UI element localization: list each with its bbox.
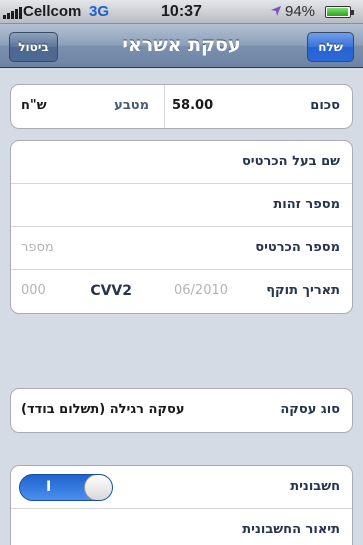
amount-currency-row: סכום 58.00 מטבע ש"ח: [11, 85, 352, 128]
id-number-label: מספר זהות: [273, 197, 340, 212]
cvv-field[interactable]: 000: [21, 283, 46, 298]
battery-icon: [325, 6, 354, 18]
location-arrow-icon: [271, 6, 281, 16]
page-title: עסקת אשראי: [122, 34, 241, 56]
id-number-row[interactable]: מספר זהות: [11, 184, 352, 227]
currency-label: מטבע: [114, 98, 149, 113]
expiry-cvv-row: תאריך תוקף 06/2010 CVV2 000: [11, 270, 352, 313]
card-holder-row[interactable]: שם בעל הכרטיס: [11, 141, 352, 184]
deal-type-row[interactable]: סוג עסקה עסקה רגילה (תשלום בודד): [11, 389, 352, 432]
cvv-label: CVV2: [90, 283, 132, 299]
card-number-field[interactable]: מספר: [21, 240, 54, 255]
amount-field[interactable]: 58.00: [172, 98, 213, 113]
invoice-label: חשבונית: [290, 479, 340, 494]
currency-field[interactable]: ש"ח: [21, 98, 47, 113]
card-number-label: מספר הכרטיס: [255, 240, 340, 255]
card-holder-label: שם בעל הכרטיס: [241, 154, 340, 169]
carrier-name: Cellcom: [23, 3, 82, 20]
battery-percent: 94%: [285, 3, 316, 20]
status-time: 10:37: [161, 3, 202, 20]
deal-type-value: עסקה רגילה (תשלום בודד): [21, 402, 185, 417]
cancel-button[interactable]: ביטול: [9, 32, 58, 62]
network-type: 3G: [89, 3, 110, 20]
invoice-description-label: תיאור החשבונית: [242, 522, 340, 537]
toggle-on-label: I: [46, 479, 52, 495]
signal-strength-icon: [3, 7, 22, 19]
column-divider: [164, 85, 165, 128]
status-bar: Cellcom 3G 10:37 94%: [0, 0, 363, 24]
invoice-row: חשבונית I: [11, 466, 352, 509]
expiry-label: תאריך תוקף: [266, 283, 340, 298]
amount-label: סכום: [310, 98, 340, 113]
invoice-group: חשבונית I תיאור החשבונית: [10, 465, 353, 545]
invoice-toggle[interactable]: I: [19, 474, 113, 501]
deal-type-label: סוג עסקה: [280, 402, 340, 417]
card-details-group: שם בעל הכרטיס מספר זהות מספר הכרטיס מספר…: [10, 140, 353, 314]
send-button[interactable]: שלח: [307, 32, 354, 62]
toggle-knob[interactable]: [84, 475, 112, 500]
deal-type-group: סוג עסקה עסקה רגילה (תשלום בודד): [10, 388, 353, 433]
expiry-field[interactable]: 06/2010: [174, 283, 228, 298]
invoice-description-row[interactable]: תיאור החשבונית: [11, 509, 352, 545]
card-number-row[interactable]: מספר הכרטיס מספר: [11, 227, 352, 270]
navigation-bar: ביטול עסקת אשראי שלח: [0, 24, 363, 68]
amount-group: סכום 58.00 מטבע ש"ח: [10, 84, 353, 129]
battery-level-fill: [327, 8, 348, 16]
